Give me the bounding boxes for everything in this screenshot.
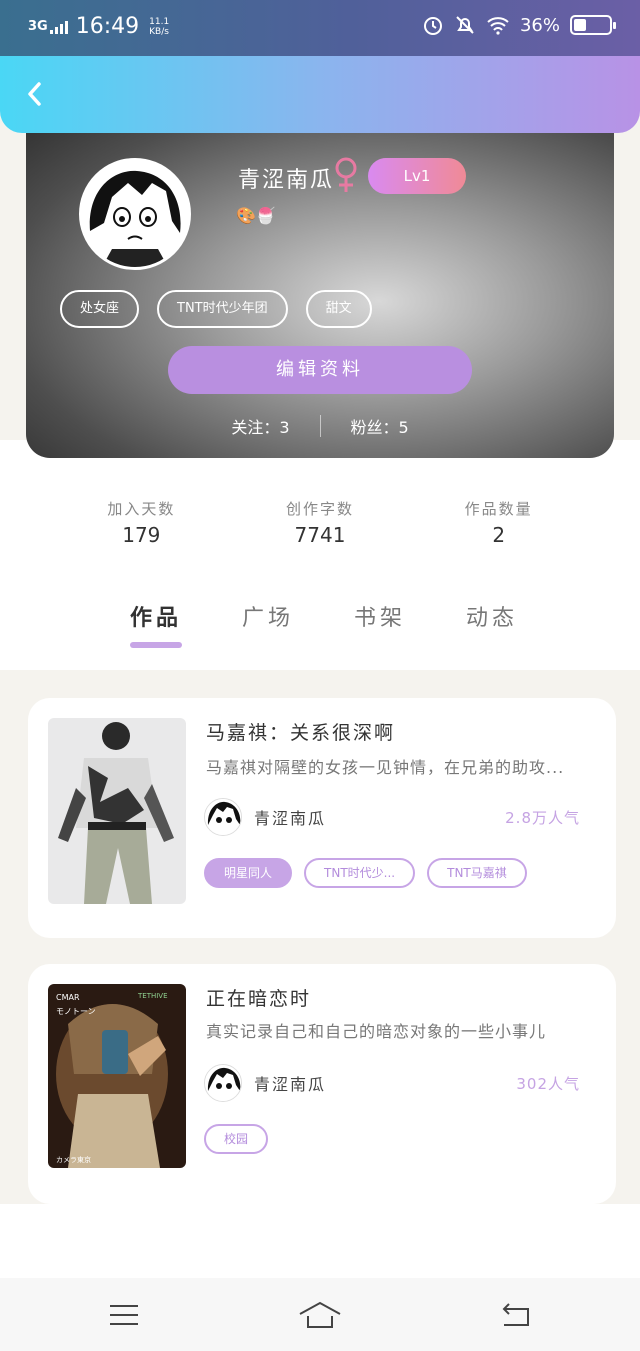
author-avatar-image <box>205 1065 241 1101</box>
cover-text: TETHIVE <box>137 992 168 1000</box>
author-name: 青涩南瓜 <box>254 1075 327 1094</box>
network-speed: 11.1 KB/s <box>149 16 170 37</box>
stat-word-count: 创作字数 7741 <box>231 440 410 582</box>
profile-tag[interactable]: 甜文 <box>305 290 372 328</box>
battery-icon <box>570 15 616 35</box>
work-tag[interactable]: TNT时代少... <box>304 858 416 888</box>
cover-text: カメラ東京 <box>56 1155 91 1164</box>
work-cover: CMAR モノトーン カメラ東京 TETHIVE <box>48 984 186 1168</box>
avatar <box>204 1064 242 1102</box>
level-badge: Lv1 <box>368 158 466 194</box>
back-nav-button[interactable] <box>496 1298 536 1332</box>
work-card[interactable]: 马嘉祺：关系很深啊 马嘉祺对隔壁的女孩一见钟情，在兄弟的助攻... 青涩南瓜 2… <box>28 698 616 938</box>
network-type: 3G <box>28 18 48 34</box>
popularity: 2.8万人气 <box>505 808 580 827</box>
back-icon <box>502 1303 529 1326</box>
author-row: 青涩南瓜 2.8万人气 <box>204 796 580 838</box>
battery-percent: 36% <box>519 14 560 36</box>
tab-label: 作品 <box>130 606 183 631</box>
stat-value: 2 <box>492 523 506 547</box>
popularity: 302人气 <box>516 1074 580 1093</box>
tab-underline <box>130 642 182 648</box>
work-description: 马嘉祺对隔壁的女孩一见钟情，在兄弟的助攻... <box>206 758 565 777</box>
stat-value: 179 <box>122 523 161 547</box>
following-count[interactable]: 关注：3 <box>231 414 289 438</box>
author-name: 青涩南瓜 <box>254 809 327 828</box>
work-tags: 明星同人 TNT时代少... TNT马嘉祺 <box>204 858 527 888</box>
work-tags: 校园 <box>204 1124 269 1154</box>
tab-works[interactable]: 作品 <box>130 600 182 648</box>
profile-tag[interactable]: 处女座 <box>60 290 140 328</box>
tab-bar: 作品 广场 书架 动态 <box>130 600 518 648</box>
avatar[interactable] <box>79 158 191 270</box>
female-icon <box>332 156 360 198</box>
follow-stats: 关注：3 粉丝：5 <box>26 414 614 438</box>
tab-activity[interactable]: 动态 <box>466 600 518 648</box>
stat-label: 加入天数 <box>107 500 176 518</box>
work-tag[interactable]: 校园 <box>204 1124 269 1154</box>
cover-image: CMAR モノトーン カメラ東京 TETHIVE <box>48 984 186 1168</box>
stat-join-days: 加入天数 179 <box>52 440 231 582</box>
work-tag[interactable]: 明星同人 <box>204 858 293 888</box>
tab-label: 动态 <box>466 606 519 631</box>
cover-text: CMAR <box>56 993 80 1002</box>
signature-emoji: 🎨🍧 <box>236 206 276 225</box>
work-tag[interactable]: TNT马嘉祺 <box>427 858 527 888</box>
signal-icon <box>49 20 68 34</box>
home-icon <box>299 1301 341 1328</box>
stat-works-count: 作品数量 2 <box>409 440 588 582</box>
author-row: 青涩南瓜 302人气 <box>204 1062 580 1104</box>
avatar-image <box>82 161 188 267</box>
tab-bookshelf[interactable]: 书架 <box>354 600 406 648</box>
username: 青涩南瓜 <box>238 168 335 193</box>
tab-label: 广场 <box>242 606 295 631</box>
work-cover <box>48 718 186 904</box>
work-description: 真实记录自己和自己的暗恋对象的一些小事儿 <box>206 1022 547 1041</box>
followers-count[interactable]: 粉丝：5 <box>351 414 409 438</box>
chevron-left-icon <box>28 82 41 106</box>
menu-icon <box>110 1305 138 1325</box>
profile-card: 青涩南瓜 Lv1 🎨🍧 处女座 TNT时代少年团 甜文 编辑资料 关注：3 粉丝… <box>26 110 614 458</box>
tab-plaza[interactable]: 广场 <box>242 600 294 648</box>
home-button[interactable] <box>296 1298 344 1332</box>
header-bar <box>0 56 640 133</box>
profile-tag[interactable]: TNT时代少年团 <box>157 290 288 328</box>
alarm-icon <box>423 17 442 35</box>
back-button[interactable] <box>18 78 50 110</box>
cover-image <box>48 718 186 904</box>
stat-label: 创作字数 <box>286 500 355 518</box>
cover-text: モノトーン <box>56 1007 96 1016</box>
stat-label: 作品数量 <box>464 500 533 518</box>
work-title: 马嘉祺：关系很深啊 <box>206 722 396 744</box>
status-bar: 3G 16:49 11.1 KB/s 36% <box>0 0 640 56</box>
system-nav-bar <box>0 1278 640 1351</box>
wifi-icon <box>487 17 509 35</box>
author-avatar-image <box>205 799 241 835</box>
profile-tags: 处女座 TNT时代少年团 甜文 <box>60 290 372 328</box>
mute-icon <box>456 16 474 34</box>
edit-profile-button[interactable]: 编辑资料 <box>168 346 472 394</box>
stat-value: 7741 <box>294 523 346 547</box>
stats-panel: 加入天数 179 创作字数 7741 作品数量 2 <box>52 440 588 582</box>
avatar <box>204 798 242 836</box>
menu-button[interactable] <box>104 1298 144 1332</box>
work-title: 正在暗恋时 <box>206 988 312 1010</box>
work-card[interactable]: CMAR モノトーン カメラ東京 TETHIVE 正在暗恋时 真实记录自己和自己… <box>28 964 616 1204</box>
list-footer <box>0 1204 640 1278</box>
divider <box>319 415 321 437</box>
clock: 16:49 <box>75 14 140 39</box>
tab-label: 书架 <box>354 606 407 631</box>
